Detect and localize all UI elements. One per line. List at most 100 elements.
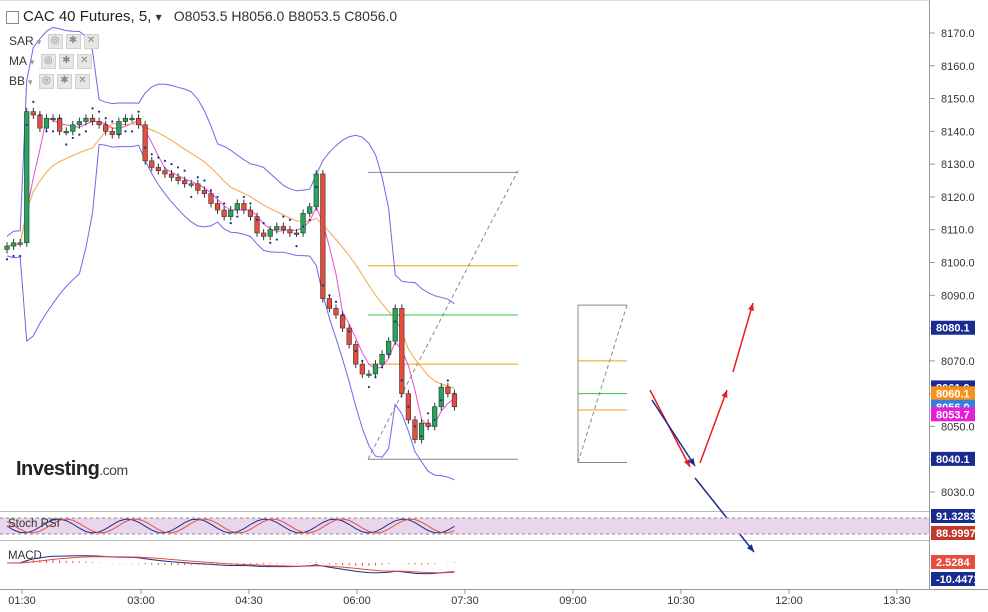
- sar-dot: [440, 399, 443, 402]
- symbol-title[interactable]: CAC 40 Futures, 5,: [23, 8, 151, 25]
- sar-dot: [98, 110, 101, 113]
- candle-body: [445, 386, 451, 394]
- sar-dot: [242, 195, 245, 199]
- sar-dot: [453, 392, 456, 395]
- ohlc-readout: O8053.5 H8056.0 B8053.5 C8056.0: [174, 8, 397, 24]
- sar-dot: [407, 405, 410, 408]
- candle-body: [261, 232, 267, 237]
- investing-logo: Investing.com: [16, 458, 128, 480]
- eye-icon[interactable]: ◎: [47, 34, 63, 50]
- sar-dot: [32, 100, 35, 103]
- x-tick-label: 07:30: [451, 595, 479, 607]
- candle-body: [333, 308, 339, 316]
- eye-icon[interactable]: ◎: [38, 74, 54, 90]
- candle-body: [96, 121, 102, 126]
- chevron-down-icon[interactable]: ▾: [30, 57, 35, 67]
- y-tick-label: 8140.0: [941, 126, 975, 138]
- eye-icon[interactable]: ◎: [40, 54, 56, 70]
- gear-icon[interactable]: ✱: [58, 54, 74, 70]
- candle-body: [37, 114, 43, 129]
- sar-dot: [5, 258, 9, 261]
- candle-body: [142, 124, 148, 162]
- candle-body: [195, 183, 201, 191]
- chevron-down-icon[interactable]: ▾: [28, 77, 33, 87]
- candle-body: [4, 245, 10, 250]
- candle-body: [30, 111, 36, 116]
- candle-body: [43, 117, 50, 129]
- indicator-bb[interactable]: BB ▾ ◎ ✱ ✕: [9, 74, 90, 90]
- candle-body: [208, 193, 214, 204]
- candle-body: [136, 117, 142, 126]
- candle-body: [379, 353, 385, 365]
- chevron-down-icon[interactable]: ▾: [37, 37, 42, 47]
- price-badge-label: 8053.7: [936, 409, 970, 421]
- indicator-ma[interactable]: MA ▾ ◎ ✱ ✕: [9, 54, 92, 70]
- candle-body: [293, 232, 300, 235]
- indicator-label: MA: [9, 54, 27, 68]
- indicator-sar[interactable]: SAR ▾ ◎ ✱ ✕: [9, 34, 99, 50]
- candle-body: [372, 363, 379, 375]
- sar-dot: [367, 385, 370, 389]
- gear-icon[interactable]: ✱: [65, 34, 81, 50]
- sar-dot: [170, 163, 173, 166]
- high-value: H8056.0: [231, 8, 285, 24]
- sar-dot: [308, 218, 311, 221]
- candle-body: [76, 121, 82, 126]
- collapse-icon[interactable]: [6, 10, 19, 24]
- panel-badge-label: -10.4471: [936, 574, 979, 586]
- candle-body: [57, 117, 63, 132]
- sar-dot: [190, 195, 193, 199]
- chevron-down-icon[interactable]: ▾: [156, 10, 162, 24]
- y-tick-label: 8150.0: [941, 94, 975, 106]
- price-badge-label: 8060.1: [936, 388, 970, 400]
- sar-dot: [104, 117, 107, 120]
- close-icon[interactable]: ✕: [76, 54, 92, 70]
- x-tick-label: 09:00: [559, 595, 587, 607]
- candle-body: [438, 386, 444, 408]
- sar-dot: [354, 349, 357, 353]
- sar-dot: [275, 238, 278, 241]
- y-tick-label: 8130.0: [941, 159, 975, 171]
- sar-dot: [117, 133, 120, 136]
- candle-body: [162, 170, 168, 175]
- sar-dot: [223, 202, 226, 205]
- price-badge-label: 8080.1: [936, 323, 970, 335]
- sar-dot: [183, 169, 186, 172]
- stoch-rsi-label[interactable]: Stoch RSI: [8, 518, 60, 530]
- panel-badge-label: 91.3283: [936, 511, 976, 523]
- candle-body: [432, 406, 438, 427]
- candle-body: [168, 173, 175, 178]
- sar-dot: [427, 412, 430, 415]
- sar-dot: [78, 133, 81, 136]
- forecast-arrow-red: [699, 389, 728, 464]
- close-value: C8056.0: [344, 8, 398, 24]
- sar-dot: [236, 215, 239, 218]
- sar-dot: [328, 294, 331, 297]
- x-tick-label: 04:30: [235, 595, 263, 607]
- candle-body: [188, 183, 194, 186]
- y-tick-label: 8100.0: [941, 258, 975, 270]
- macd-label[interactable]: MACD: [8, 550, 42, 562]
- sar-dot: [111, 120, 114, 123]
- sar-dot: [229, 222, 232, 225]
- candle-body: [353, 344, 359, 365]
- sar-dot: [124, 130, 127, 133]
- sar-dot: [144, 146, 147, 149]
- close-icon[interactable]: ✕: [83, 34, 99, 50]
- candle-body: [320, 173, 326, 299]
- y-tick-label: 8030.0: [941, 487, 975, 499]
- chart-canvas[interactable]: 8170.0 8160.0 8150.0 8140.0 8130.0 8120.0 8110…: [0, 0, 988, 612]
- y-tick-label: 8050.0: [941, 421, 975, 433]
- ma-fast-line: [6, 117, 455, 428]
- candle-body: [234, 203, 240, 211]
- candle-body: [274, 226, 280, 231]
- close-icon[interactable]: ✕: [74, 74, 90, 90]
- sar-dot: [420, 435, 423, 438]
- sar-dot: [130, 130, 134, 133]
- candle-body: [149, 160, 155, 168]
- sar-dot: [334, 300, 338, 303]
- sar-dot: [163, 159, 167, 162]
- gear-icon[interactable]: ✱: [56, 74, 72, 90]
- candle-body: [50, 117, 56, 121]
- sar-dot: [413, 425, 417, 428]
